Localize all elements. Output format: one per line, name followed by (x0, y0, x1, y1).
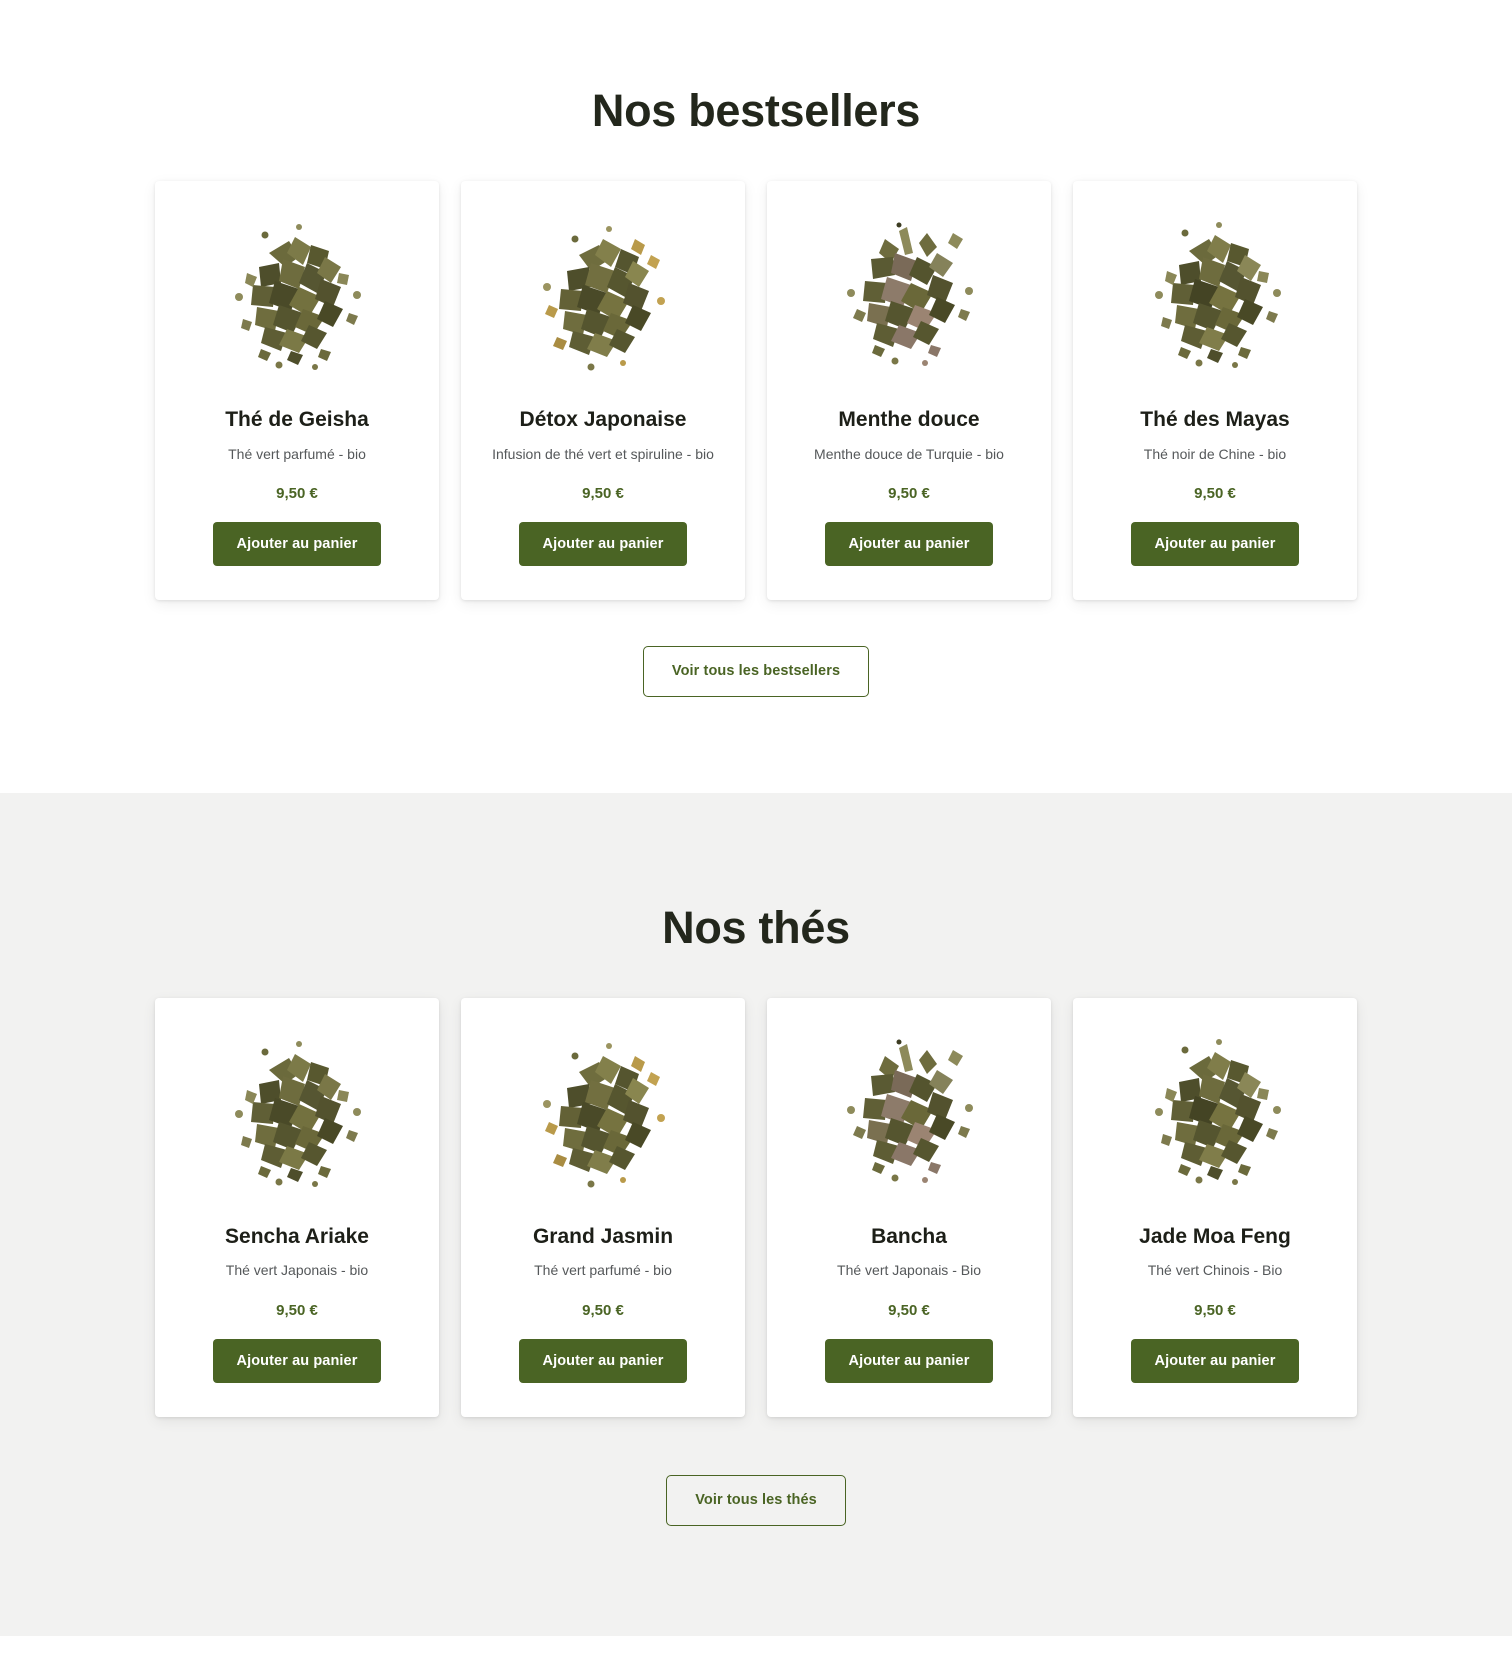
product-price: 9,50 € (888, 484, 930, 502)
bestsellers-cta-wrap: Voir tous les bestsellers (0, 646, 1512, 697)
add-to-cart-button[interactable]: Ajouter au panier (824, 521, 994, 567)
add-to-cart-button[interactable]: Ajouter au panier (824, 1338, 994, 1384)
product-title: Jade Moa Feng (1139, 1225, 1291, 1249)
product-price: 9,50 € (888, 1301, 930, 1319)
page-title: Nos bestsellers (591, 85, 921, 136)
product-subtitle: Thé vert Japonais - Bio (837, 1262, 981, 1279)
product-title: Bancha (871, 1225, 947, 1249)
page-title: Nos thés (662, 901, 850, 953)
product-subtitle: Thé noir de Chine - bio (1143, 445, 1287, 462)
loose-leaf-black-tea-pile-icon (1117, 209, 1313, 391)
product-subtitle: Thé vert parfumé - bio (534, 1262, 672, 1279)
add-to-cart-button[interactable]: Ajouter au panier (212, 1338, 382, 1384)
product-title: Thé des Mayas (1140, 408, 1290, 432)
product-subtitle: Infusion de thé vert et spiruline - bio (492, 445, 714, 462)
product-price: 9,50 € (276, 484, 318, 502)
thes-cta-wrap: Voir tous les thés (0, 1475, 1512, 1526)
product-title: Détox Japonaise (519, 408, 687, 432)
product-card[interactable]: Menthe douce Menthe douce de Turquie - b… (767, 181, 1051, 601)
product-price: 9,50 € (276, 1301, 318, 1319)
product-subtitle: Thé vert Japonais - bio (225, 1262, 369, 1279)
product-subtitle: Thé vert parfumé - bio (228, 445, 366, 462)
product-subtitle: Thé vert Chinois - Bio (1147, 1262, 1283, 1279)
product-price: 9,50 € (1194, 484, 1236, 502)
dried-mint-leaf-pile-icon (811, 209, 1007, 391)
add-to-cart-button[interactable]: Ajouter au panier (518, 1338, 688, 1384)
loose-leaf-detox-tea-pile-icon (505, 1026, 701, 1208)
product-card[interactable]: Sencha Ariake Thé vert Japonais - bio 9,… (155, 998, 439, 1418)
loose-leaf-detox-tea-pile-icon (505, 209, 701, 391)
dried-mint-leaf-pile-icon (811, 1026, 1007, 1208)
product-title: Thé de Geisha (225, 408, 369, 432)
product-grid-thes: Sencha Ariake Thé vert Japonais - bio 9,… (155, 998, 1357, 1418)
loose-leaf-black-tea-pile-icon (1117, 1026, 1313, 1208)
section-bestsellers: Nos bestsellers Thé de Geisha Thé vert p… (0, 0, 1512, 793)
product-title: Sencha Ariake (225, 1225, 369, 1249)
product-grid-bestsellers: Thé de Geisha Thé vert parfumé - bio 9,5… (155, 181, 1357, 601)
product-title: Menthe douce (838, 408, 980, 432)
product-card[interactable]: Thé de Geisha Thé vert parfumé - bio 9,5… (155, 181, 439, 601)
section-thes: Nos thés Sencha Ariake Thé vert Japonais… (0, 792, 1512, 1636)
view-all-thes-button[interactable]: Voir tous les thés (666, 1475, 846, 1526)
product-title: Grand Jasmin (532, 1225, 674, 1249)
product-card[interactable]: Jade Moa Feng Thé vert Chinois - Bio 9,5… (1073, 998, 1357, 1418)
product-card[interactable]: Grand Jasmin Thé vert parfumé - bio 9,50… (461, 998, 745, 1418)
product-subtitle: Menthe douce de Turquie - bio (814, 445, 1004, 462)
view-all-bestsellers-button[interactable]: Voir tous les bestsellers (642, 646, 870, 697)
product-card[interactable]: Bancha Thé vert Japonais - Bio 9,50 € Aj… (767, 998, 1051, 1418)
add-to-cart-button[interactable]: Ajouter au panier (518, 521, 688, 567)
loose-leaf-green-tea-pile-icon (199, 1026, 395, 1208)
loose-leaf-green-tea-pile-icon (199, 209, 395, 391)
product-card[interactable]: Thé des Mayas Thé noir de Chine - bio 9,… (1073, 181, 1357, 601)
product-card[interactable]: Détox Japonaise Infusion de thé vert et … (461, 181, 745, 601)
product-price: 9,50 € (582, 484, 624, 502)
product-price: 9,50 € (582, 1301, 624, 1319)
add-to-cart-button[interactable]: Ajouter au panier (212, 521, 382, 567)
product-listing-page: Nos bestsellers Thé de Geisha Thé vert p… (0, 0, 1512, 1664)
add-to-cart-button[interactable]: Ajouter au panier (1130, 521, 1300, 567)
add-to-cart-button[interactable]: Ajouter au panier (1130, 1338, 1300, 1384)
product-price: 9,50 € (1194, 1301, 1236, 1319)
